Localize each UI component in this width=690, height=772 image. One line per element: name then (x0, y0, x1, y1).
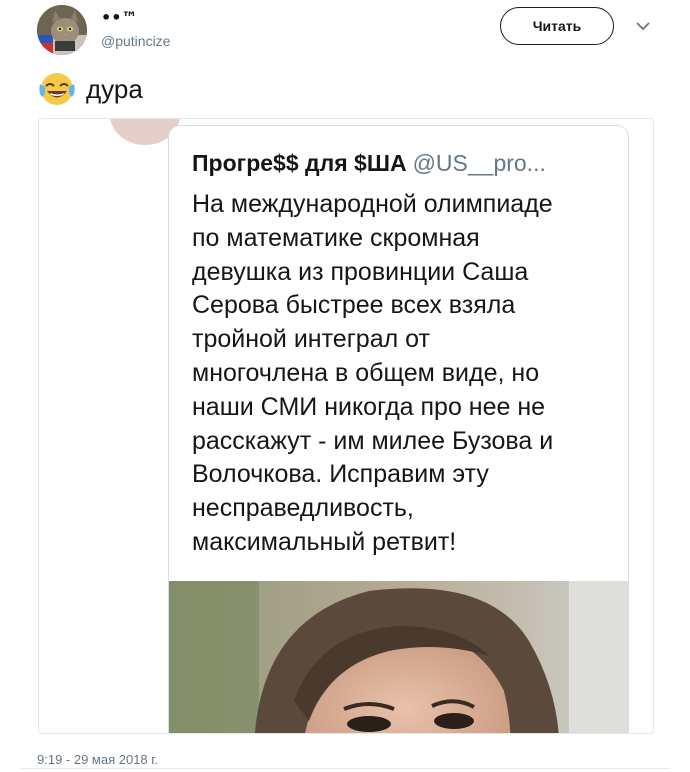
inner-author-name: Прогре$$ для $ША (192, 150, 407, 176)
inner-tweet-screenshot: Прогре$$ для $ША @US__pro... На междунаро… (168, 125, 629, 733)
tweet-text: дура (86, 74, 143, 104)
follow-button[interactable]: Читать (500, 7, 614, 45)
tweet-timestamp[interactable]: 9:19 - 29 мая 2018 г. (37, 752, 158, 767)
author-display-name[interactable]: ••™ (101, 8, 137, 27)
divider (20, 768, 670, 769)
chevron-down-icon (636, 22, 650, 31)
inner-tweet-header: Прогре$$ для $ША @US__pro... (192, 150, 546, 177)
cat-avatar-icon (37, 5, 87, 55)
author-handle[interactable]: @putincize (101, 33, 170, 49)
quoted-tweet-card[interactable]: Прогре$$ для $ША @US__pro... На междунаро… (38, 118, 654, 734)
tweet-menu-button[interactable] (633, 16, 653, 36)
inner-tweet-body: На международной олимпиаде по математике… (192, 190, 554, 556)
inner-author-handle: @US__pro... (412, 150, 546, 176)
woman-portrait-photo (169, 581, 628, 733)
author-avatar[interactable] (37, 5, 87, 55)
face-with-tears-of-joy-icon (37, 70, 77, 108)
